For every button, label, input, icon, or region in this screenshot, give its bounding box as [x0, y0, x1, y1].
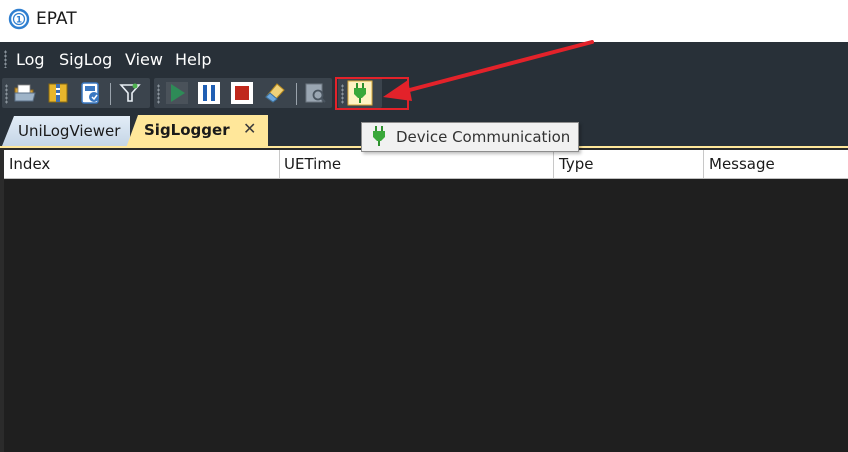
filter-icon [119, 83, 141, 102]
menu-view[interactable]: View [125, 50, 163, 69]
column-divider[interactable] [279, 150, 280, 178]
search-icon [305, 83, 326, 103]
clear-button[interactable] [262, 80, 288, 106]
column-header-uetime[interactable]: UETime [284, 155, 341, 173]
toolbar-grip [5, 84, 8, 104]
menu-siglog[interactable]: SigLog [59, 50, 112, 69]
start-button[interactable] [164, 80, 190, 106]
menu-grip [4, 50, 7, 68]
column-divider[interactable] [703, 150, 704, 178]
play-icon [166, 82, 188, 104]
column-header-type[interactable]: Type [559, 155, 593, 173]
open-log-button[interactable] [12, 80, 38, 106]
svg-text:1: 1 [16, 16, 22, 26]
tab-siglogger-label: SigLogger [144, 121, 230, 139]
toolbar-separator [110, 83, 111, 105]
clear-icon [265, 83, 285, 103]
app-logo-icon: 1 [8, 8, 30, 30]
column-header-index[interactable]: Index [9, 155, 50, 173]
archive-icon [48, 83, 68, 103]
stop-button[interactable] [229, 80, 255, 106]
search-button[interactable] [303, 80, 329, 106]
tab-unilogviewer-label: UniLogViewer [18, 122, 121, 140]
tooltip-text: Device Communication [396, 128, 571, 146]
archive-button[interactable] [45, 80, 71, 106]
open-folder-icon [14, 84, 36, 102]
column-header-message[interactable]: Message [709, 155, 775, 173]
grid-body[interactable] [4, 179, 848, 452]
menu-help[interactable]: Help [175, 50, 211, 69]
toolbar-separator [296, 83, 297, 105]
filter-button[interactable] [117, 80, 143, 106]
menu-log[interactable]: Log [16, 50, 45, 69]
title-bar [0, 0, 848, 42]
pause-icon [198, 82, 220, 104]
save-log-button[interactable] [78, 80, 104, 106]
annotation-highlight-box [335, 77, 409, 110]
app-title: EPAT [36, 9, 77, 29]
stop-icon [231, 82, 253, 104]
column-divider[interactable] [553, 150, 554, 178]
plug-icon [373, 126, 385, 146]
pause-button[interactable] [196, 80, 222, 106]
save-log-icon [81, 82, 99, 104]
close-tab-icon[interactable]: ✕ [243, 119, 256, 138]
toolbar-grip [157, 84, 160, 104]
